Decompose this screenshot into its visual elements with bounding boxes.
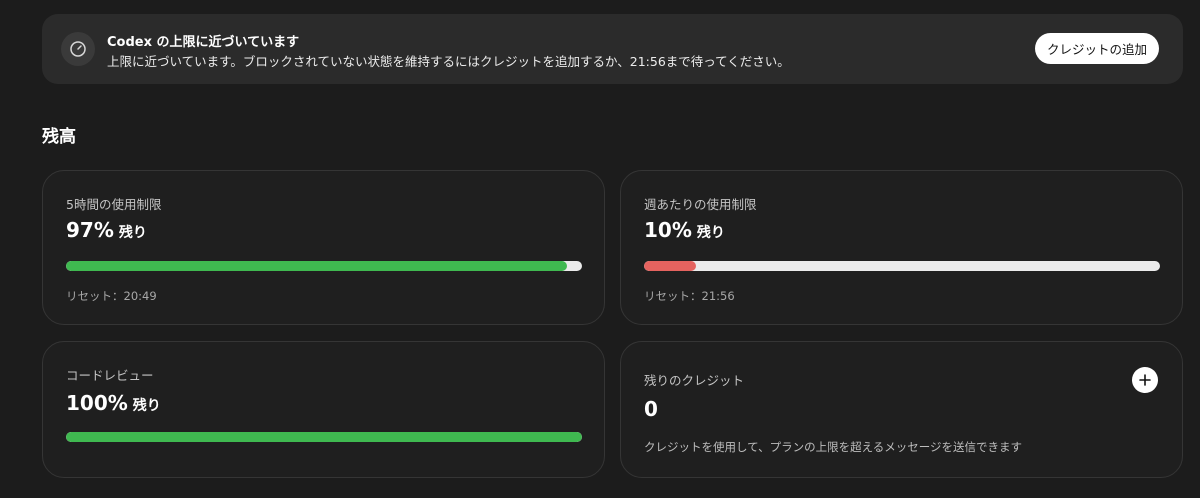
percent-value: 97%	[66, 218, 114, 242]
usage-progress-bar	[66, 261, 582, 271]
usage-progress-bar	[644, 261, 1160, 271]
reset-time: リセット：21:56	[644, 289, 735, 303]
weekly-limit-card: 週あたりの使用制限 10% 残り リセット：21:56	[620, 170, 1183, 325]
remaining-unit: 残り	[118, 225, 147, 241]
remaining-unit: 残り	[696, 225, 725, 241]
card-label: 5時間の使用制限	[66, 197, 162, 212]
card-value: 97% 残り	[66, 218, 147, 242]
banner-message: 上限に近づいています。ブロックされていない状態を維持するにはクレジットを追加する…	[107, 54, 790, 69]
section-title: 残高	[42, 127, 76, 147]
card-label: 週あたりの使用制限	[644, 197, 757, 212]
code-review-card: コードレビュー 100% 残り	[42, 341, 605, 478]
percent-value: 10%	[644, 218, 692, 242]
five-hour-limit-card: 5時間の使用制限 97% 残り リセット：20:49	[42, 170, 605, 325]
usage-progress-bar	[66, 432, 582, 442]
speedometer-icon	[61, 32, 95, 66]
limit-warning-banner: Codex の上限に近づいています 上限に近づいています。ブロックされていない状…	[42, 14, 1183, 84]
card-value: 100% 残り	[66, 391, 161, 415]
banner-title: Codex の上限に近づいています	[107, 35, 300, 50]
card-label: コードレビュー	[66, 368, 154, 383]
plus-icon[interactable]	[1132, 367, 1158, 393]
percent-value: 100%	[66, 391, 128, 415]
card-value: 0	[644, 397, 658, 421]
usage-progress-fill	[644, 261, 696, 271]
usage-progress-fill	[66, 261, 567, 271]
add-credits-button[interactable]: クレジットの追加	[1034, 33, 1159, 64]
reset-time: リセット：20:49	[66, 289, 157, 303]
usage-progress-fill	[66, 432, 582, 442]
card-label: 残りのクレジット	[644, 373, 745, 388]
remaining-credits-card: 残りのクレジット 0 クレジットを使用して、プランの上限を超えるメッセージを送信…	[620, 341, 1183, 478]
credits-note: クレジットを使用して、プランの上限を超えるメッセージを送信できます	[644, 440, 1023, 454]
remaining-unit: 残り	[132, 398, 161, 414]
card-value: 10% 残り	[644, 218, 725, 242]
credits-value: 0	[644, 397, 658, 421]
